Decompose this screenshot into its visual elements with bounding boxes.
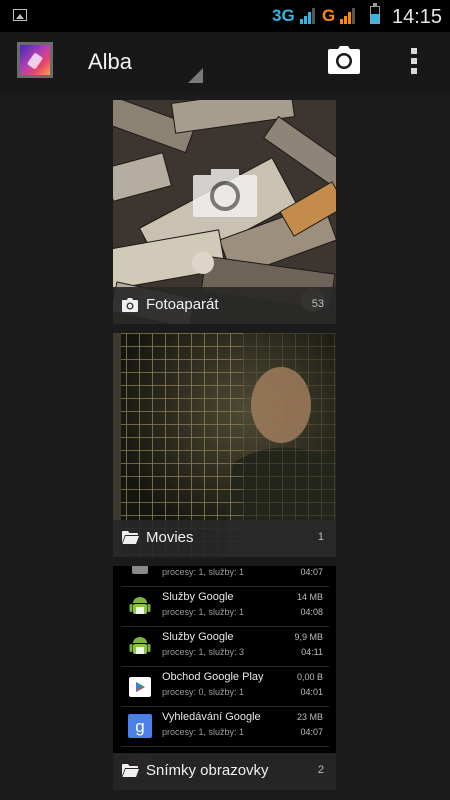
- gallery-app-icon[interactable]: [17, 42, 53, 78]
- signal-icon-2: [340, 8, 355, 24]
- status-bar: 3G G 14:15: [0, 0, 450, 32]
- list-item-sub: procesy: 1, služby: 3: [162, 647, 245, 657]
- android-app-icon: [129, 637, 151, 654]
- spinner-dropdown-icon[interactable]: [188, 68, 203, 83]
- list-item-time: 04:07: [300, 727, 323, 737]
- svg-text:g: g: [135, 717, 144, 736]
- battery-icon: [370, 3, 380, 24]
- list-item-size: 0,00 B: [296, 672, 323, 682]
- list-item-sub: procesy: 1, služby: 1: [162, 607, 245, 617]
- gallery-notification-icon: [13, 9, 27, 21]
- list-item-size: 14 MB: [296, 592, 323, 602]
- list-item-name: Vyhledávání Google: [162, 711, 261, 723]
- list-item-size: 23 MB: [296, 712, 323, 722]
- list-item-name: Služby Google: [162, 631, 234, 643]
- play-store-icon: [129, 677, 151, 697]
- network-g-label: G: [322, 6, 336, 25]
- album-snimky-obrazovky[interactable]: procesy: 1, služby: 1 04:07 Služby Googl…: [113, 566, 336, 790]
- album-fotoaparat[interactable]: Fotoaparát 53: [113, 100, 336, 324]
- android-app-icon: [132, 566, 148, 574]
- folder-icon: [122, 531, 139, 544]
- google-search-icon: g: [128, 714, 152, 738]
- list-item-time: 04:11: [301, 647, 323, 657]
- folder-icon: [122, 764, 139, 777]
- action-bar: [0, 32, 450, 92]
- album-caption: Movies 1: [113, 520, 336, 557]
- list-item-sub: procesy: 1, služby: 1: [162, 727, 245, 737]
- list-item: Služby Google procesy: 1, služby: 1 14 M…: [121, 586, 329, 627]
- list-item-sub: procesy: 0, služby: 1: [162, 687, 245, 697]
- list-item: Obchod Google Play procesy: 0, služby: 1…: [121, 666, 329, 707]
- list-item-name: Služby Google: [162, 591, 234, 603]
- overflow-menu-icon[interactable]: [408, 46, 420, 76]
- page-title: Alba: [88, 49, 133, 74]
- android-app-icon: [129, 597, 151, 614]
- album-caption: Snímky obrazovky 2: [113, 753, 336, 790]
- album-label: Movies: [146, 529, 194, 546]
- album-count: 1: [317, 531, 324, 543]
- list-item-time: 04:07: [300, 567, 323, 577]
- album-label: Snímky obrazovky: [146, 762, 269, 779]
- list-item-name: Obchod Google Play: [162, 671, 264, 683]
- album-caption: Fotoaparát 53: [113, 287, 336, 324]
- network-3g-label: 3G: [272, 6, 295, 25]
- clock: 14:15: [392, 6, 443, 28]
- signal-icon: [300, 8, 315, 24]
- list-item-time: 04:01: [300, 687, 323, 697]
- list-item: g Vyhledávání Google procesy: 1, služby:…: [121, 706, 329, 747]
- list-item: Služby Google procesy: 1, služby: 3 9,9 …: [121, 626, 329, 667]
- album-count: 2: [317, 764, 324, 776]
- album-count: 53: [311, 298, 324, 310]
- camera-icon[interactable]: [328, 46, 360, 74]
- album-movies[interactable]: Movies 1: [113, 333, 336, 557]
- list-item: procesy: 1, služby: 1 04:07: [121, 566, 329, 587]
- list-item-size: 9,9 MB: [294, 632, 323, 642]
- list-item-sub: procesy: 1, služby: 1: [162, 567, 245, 577]
- camera-icon: [122, 298, 138, 312]
- album-label: Fotoaparát: [146, 296, 219, 313]
- list-item-time: 04:08: [300, 607, 323, 617]
